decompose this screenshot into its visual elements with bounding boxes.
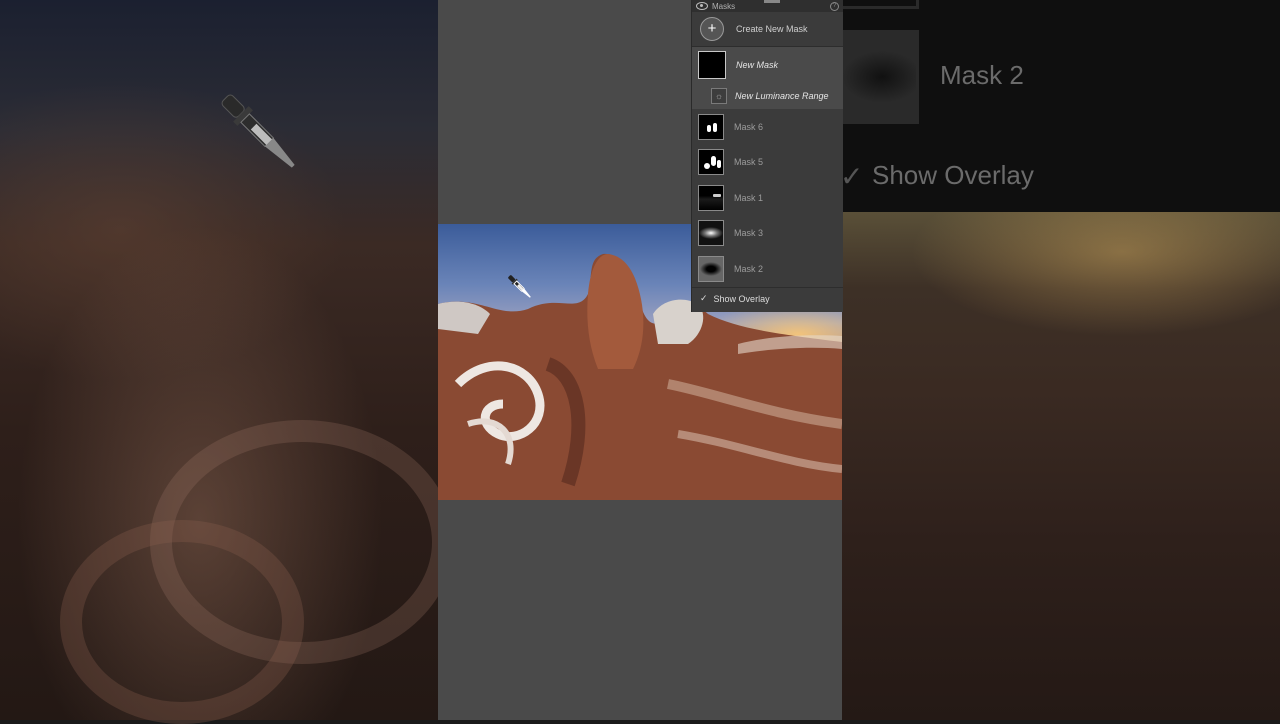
- create-new-mask-button[interactable]: + Create New Mask: [692, 12, 843, 47]
- rock-swirl: [60, 520, 304, 724]
- mask-item-2[interactable]: Mask 2: [692, 251, 843, 287]
- mask-item-3[interactable]: Mask 3: [692, 216, 843, 252]
- background-zoom-left: [0, 0, 454, 724]
- luminance-icon: ☼: [711, 88, 727, 104]
- zoomed-overlay-label: Show Overlay: [872, 160, 1034, 190]
- help-icon[interactable]: ?: [830, 2, 839, 11]
- mask-thumbnail: [698, 51, 726, 79]
- ghost-thumbnail: [842, 0, 919, 9]
- mask-thumbnail: [698, 184, 724, 211]
- zoomed-mask-label: Mask 2: [940, 60, 1024, 90]
- eyedropper-icon-large: [221, 94, 295, 168]
- mask-item-6[interactable]: Mask 6: [692, 109, 843, 145]
- mask-label: Mask 3: [734, 228, 764, 239]
- show-overlay-label: Show Overlay: [713, 293, 770, 304]
- mask-item-5[interactable]: Mask 5: [692, 145, 843, 181]
- mask-thumbnail: [698, 113, 724, 140]
- new-mask-item[interactable]: New Mask: [692, 47, 843, 83]
- luminance-range-label: New Luminance Range: [735, 91, 829, 101]
- mask-item-1[interactable]: Mask 1: [692, 180, 843, 216]
- mask-label: Mask 2: [734, 263, 764, 274]
- masks-panel: Masks ? + Create New Mask New Mask ☼ New…: [691, 0, 843, 312]
- plus-icon: +: [700, 17, 724, 41]
- zoomed-photo: [842, 212, 1280, 720]
- drag-handle[interactable]: [764, 0, 780, 3]
- checkmark-icon: ✓: [700, 293, 708, 303]
- mask-thumbnail: [698, 220, 724, 247]
- mask-list: Mask 6 Mask 5 Mask 1 Mask 3 Mask 2: [692, 109, 843, 287]
- background-zoom-right: Mask 2 ✓ Show Overlay: [842, 0, 1280, 720]
- masks-panel-header: Masks ?: [692, 0, 843, 12]
- eye-icon[interactable]: [696, 2, 708, 10]
- new-mask-group: New Mask ☼ New Luminance Range: [692, 47, 843, 109]
- zoomed-checkmark-icon: ✓: [842, 161, 864, 192]
- ghost-thumbnail: [842, 30, 919, 124]
- show-overlay-toggle[interactable]: ✓ Show Overlay: [692, 286, 843, 310]
- mask-label: Mask 6: [734, 121, 764, 132]
- panel-title: Masks: [712, 1, 736, 11]
- new-mask-label: New Mask: [736, 60, 779, 70]
- create-new-mask-label: Create New Mask: [736, 24, 808, 34]
- mask-label: Mask 1: [734, 192, 764, 203]
- mask-label: Mask 5: [734, 157, 764, 168]
- eyedropper-cursor-icon: [508, 275, 531, 298]
- luminance-range-item[interactable]: ☼ New Luminance Range: [692, 83, 843, 109]
- mask-thumbnail: [698, 149, 724, 176]
- mask-thumbnail: [698, 255, 724, 282]
